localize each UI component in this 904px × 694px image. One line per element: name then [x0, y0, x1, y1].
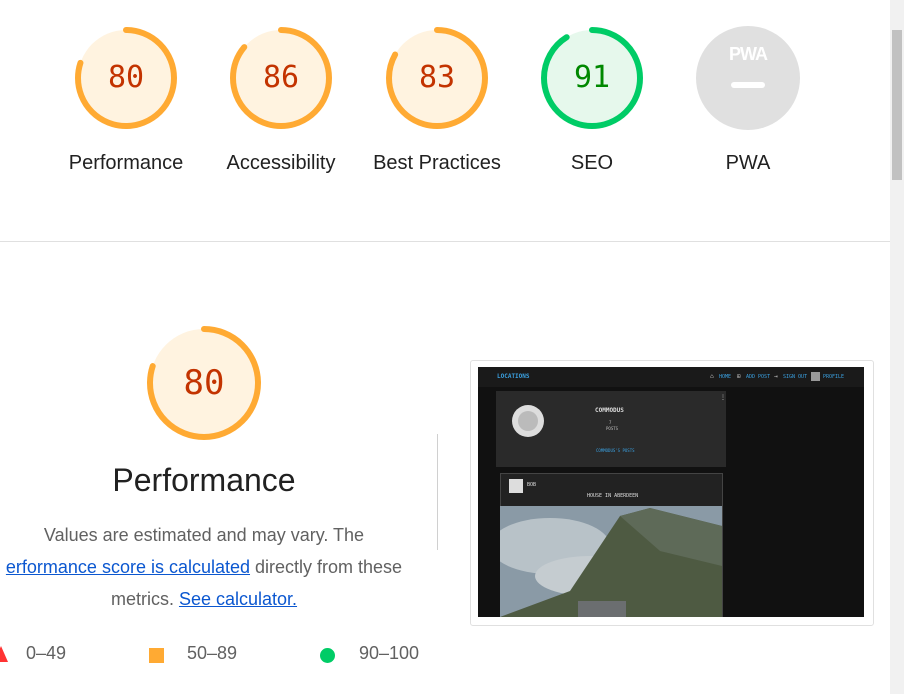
- legend-pass: 90–100: [359, 643, 420, 663]
- performance-description: Values are estimated and may vary. The e…: [0, 519, 448, 615]
- shot-kebab-icon: ⋮: [720, 394, 726, 401]
- shot-profile-avatar: [811, 372, 820, 381]
- fail-triangle-icon: [0, 646, 8, 662]
- scrollbar-thumb[interactable]: [892, 30, 902, 180]
- shot-home-icon: ⌂: [710, 373, 714, 380]
- desc-line-2: directly from these: [250, 557, 403, 577]
- gauge-label-pwa: PWA: [725, 152, 771, 174]
- vertical-divider: [437, 434, 438, 550]
- see-calculator-link[interactable]: See calculator.: [179, 589, 297, 609]
- pwa-dash: [731, 82, 765, 88]
- average-square-icon: [149, 648, 164, 663]
- shot-add-icon: ⊞: [737, 373, 741, 380]
- shot-post-photo: [500, 506, 722, 617]
- gauge-accessibility[interactable]: 86 Accessibility: [216, 26, 346, 179]
- gauge-best-practices[interactable]: 83 Best Practices: [372, 26, 502, 179]
- shot-nav-add: ADD POST: [746, 374, 771, 380]
- gauge-seo[interactable]: 91 SEO: [527, 26, 657, 179]
- gauge-score-performance: 80: [107, 60, 145, 95]
- gauge-label-seo: SEO: [570, 152, 614, 174]
- gauge-pwa[interactable]: PWA PWA: [683, 26, 813, 179]
- gauge-score-best-practices: 83: [418, 60, 456, 95]
- gauge-ring-accessibility: 86: [229, 26, 333, 130]
- desc-line-1: Values are estimated and may vary. The: [43, 525, 365, 545]
- score-calculated-link[interactable]: erformance score is calculated: [6, 557, 250, 577]
- shot-user-posts-link: COMMODUS'S POSTS: [596, 448, 635, 453]
- performance-big-gauge: 80: [145, 324, 263, 442]
- shot-user-avatar-inner: [518, 411, 538, 431]
- shot-post-title: HOUSE IN ABERDEEN: [587, 493, 639, 499]
- legend-average: 50–89: [187, 643, 238, 663]
- shot-username: COMMODUS: [595, 407, 624, 414]
- gauge-score-seo: 91: [573, 60, 611, 95]
- shot-nav-signout: SIGN OUT: [783, 374, 808, 380]
- gauge-score-accessibility: 86: [262, 60, 300, 95]
- gauge-label-performance: Performance: [68, 152, 184, 174]
- gauge-ring-performance: 80: [74, 26, 178, 130]
- shot-posts-label: POSTS: [606, 426, 619, 431]
- shot-nav-profile: PROFILE: [823, 374, 845, 380]
- shot-brand: LOCATIONS: [497, 373, 530, 380]
- performance-title: Performance: [112, 462, 296, 498]
- pass-circle-icon: [320, 648, 335, 663]
- final-screenshot: LOCATIONS ⌂ HOME ⊞ ADD POST ⇥ SIGN OUT P…: [478, 367, 864, 617]
- desc-line-3: metrics.: [110, 589, 179, 609]
- pwa-badge-icon: PWA: [696, 26, 800, 130]
- shot-posts-count: 7: [609, 420, 612, 425]
- shot-post-avatar: [509, 479, 523, 493]
- section-divider: [0, 241, 890, 242]
- shot-nav-home: HOME: [719, 374, 732, 380]
- performance-big-score: 80: [183, 363, 225, 403]
- gauge-ring-best-practices: 83: [385, 26, 489, 130]
- pwa-badge-text: PWA: [728, 44, 768, 64]
- gauge-label-accessibility: Accessibility: [226, 152, 336, 174]
- gauge-performance[interactable]: 80 Performance: [61, 26, 191, 179]
- gauge-label-best-practices: Best Practices: [373, 152, 501, 174]
- gauge-ring-seo: 91: [540, 26, 644, 130]
- shot-signout-icon: ⇥: [774, 373, 778, 380]
- shot-post-author: BOB: [527, 482, 537, 488]
- legend-fail: 0–49: [26, 643, 67, 663]
- page-scrollbar[interactable]: [890, 0, 904, 694]
